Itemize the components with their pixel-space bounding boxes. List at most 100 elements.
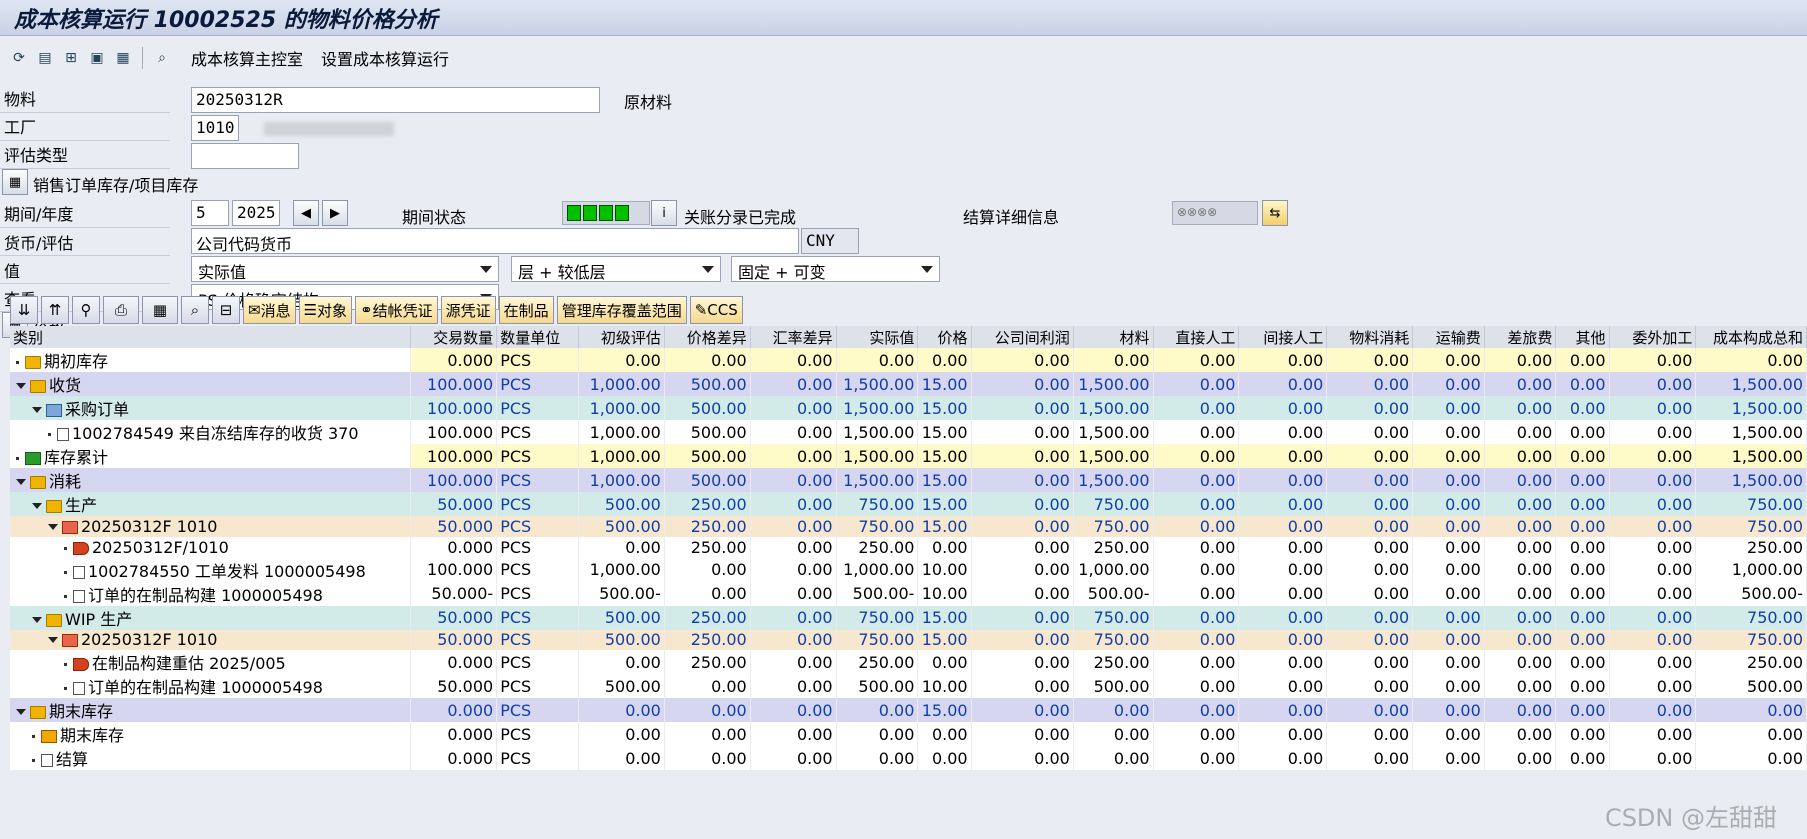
- settlement-doc-button[interactable]: ⚭ 结帐凭证: [355, 296, 438, 324]
- refresh-icon[interactable]: ⟳: [8, 47, 30, 69]
- wip-button[interactable]: 在制品: [498, 296, 554, 324]
- search-icon[interactable]: ⌕: [151, 47, 173, 69]
- table-cell: 250.00: [664, 516, 751, 537]
- zoom-icon[interactable]: ⌕: [181, 296, 209, 324]
- print-icon[interactable]: ⎙: [103, 296, 139, 324]
- column-header[interactable]: 物料消耗: [1326, 326, 1414, 348]
- column-header[interactable]: 运输费: [1412, 326, 1485, 348]
- table-cell: 1,500.00: [1695, 396, 1807, 420]
- column-header[interactable]: 间接人工: [1238, 326, 1328, 348]
- previous-period-button[interactable]: ◀: [293, 200, 319, 226]
- hierarchy-icon[interactable]: ⊞: [60, 47, 82, 69]
- settlement-detail-button[interactable]: ⇆: [1262, 200, 1288, 226]
- period-field[interactable]: 5: [191, 200, 229, 226]
- expand-node-icon[interactable]: [48, 637, 58, 644]
- column-header[interactable]: 价格差异: [664, 326, 751, 348]
- table-row[interactable]: 期末库存 0.000 PCS 0.00 0.00 0.00 0.00 15.00 0.00 0.0…: [10, 698, 1807, 723]
- column-header[interactable]: 委外加工: [1609, 326, 1697, 348]
- column-header[interactable]: 实际值: [836, 326, 919, 348]
- table-cell: 0.00: [971, 581, 1074, 606]
- object-button[interactable]: ☰ 对象: [298, 296, 353, 324]
- table-row[interactable]: 消耗 100.000 PCS 1,000.00 500.00 0.00 1,500.00 15…: [10, 468, 1807, 492]
- layer-select[interactable]: 层 + 较低层: [511, 256, 721, 282]
- expand-node-icon[interactable]: [32, 407, 42, 413]
- column-header[interactable]: 公司间利润: [971, 326, 1074, 348]
- table-cell: 0.00: [1609, 468, 1696, 492]
- column-header[interactable]: 差旅费: [1484, 326, 1557, 348]
- table-row[interactable]: 订单的在制品构建 1000005498 50.000- PCS 500.00- 0.00…: [10, 581, 1807, 606]
- table-row[interactable]: WIP 生产 50.000 PCS 500.00 250.00 0.00 750.00 15.…: [10, 605, 1807, 630]
- messages-icon: ✉: [248, 301, 261, 319]
- table-cell: 500.00: [664, 420, 751, 444]
- table-row[interactable]: 期初库存 0.000 PCS 0.00 0.00 0.00 0.00 0.00 0.00 0.00…: [10, 348, 1807, 372]
- material-field[interactable]: 20250312R: [191, 87, 600, 113]
- column-header[interactable]: 材料: [1073, 326, 1154, 348]
- table-cell: 0.00: [1326, 444, 1413, 468]
- sales-stock-toggle-icon[interactable]: ▦: [2, 169, 28, 195]
- row-label: 20250312F 1010: [81, 630, 218, 650]
- fixed-variable-select[interactable]: 固定 + 可变: [731, 256, 940, 282]
- value-select[interactable]: 实际值: [191, 256, 499, 282]
- plant-field[interactable]: 1010: [191, 115, 239, 141]
- table-row[interactable]: 库存累计 100.000 PCS 1,000.00 500.00 0.00 1,500.00…: [10, 444, 1807, 468]
- costing-cockpit-link[interactable]: 成本核算主控室: [191, 46, 303, 70]
- column-header[interactable]: 类别: [10, 326, 412, 348]
- column-header[interactable]: 交易数量: [410, 326, 498, 348]
- find-icon[interactable]: ⚲: [72, 296, 100, 324]
- folder-icon: [46, 613, 62, 627]
- stock-coverage-button[interactable]: 管理库存覆盖范围: [556, 296, 687, 324]
- collapse-all-icon[interactable]: ⇈: [41, 296, 69, 324]
- year-field[interactable]: 2025: [232, 200, 280, 226]
- table-cell: 0.00: [1238, 516, 1327, 537]
- column-header[interactable]: 其他: [1555, 326, 1610, 348]
- expand-node-icon[interactable]: [32, 503, 42, 509]
- layout-icon[interactable]: ▤: [34, 47, 56, 69]
- table-cell: 0.00: [1695, 746, 1807, 771]
- object-icon: ☰: [303, 301, 318, 319]
- info-icon[interactable]: i: [651, 200, 677, 226]
- table-row[interactable]: 1002784549 来自冻结库存的收货 370 100.000 PCS 1,000.…: [10, 420, 1807, 444]
- table-cell: 0.00: [1484, 605, 1556, 630]
- table-row[interactable]: 结算 0.000 PCS 0.00 0.00 0.00 0.00 0.00 0.00 0.00 0.…: [10, 746, 1807, 771]
- ccs-button[interactable]: ✎ CCS: [689, 296, 743, 324]
- table-cell: 0.00: [750, 372, 837, 396]
- column-header[interactable]: 汇率差异: [750, 326, 837, 348]
- table-row[interactable]: 20250312F/1010 0.000 PCS 0.00 250.00 0.00 250.…: [10, 536, 1807, 558]
- settlement-status-icons: ⊗⊗⊗⊗: [1172, 201, 1258, 225]
- config-icon[interactable]: ▣: [86, 47, 108, 69]
- column-header[interactable]: 初级评估: [578, 326, 665, 348]
- table-row[interactable]: 期末库存 0.000 PCS 0.00 0.00 0.00 0.00 0.00 0.00 0.00…: [10, 722, 1807, 747]
- expand-all-icon[interactable]: ⇊: [10, 296, 38, 324]
- table-row[interactable]: 采购订单 100.000 PCS 1,000.00 500.00 0.00 1,500.00…: [10, 396, 1807, 420]
- source-doc-button[interactable]: 源凭证: [440, 296, 496, 324]
- table-row[interactable]: 20250312F 1010 50.000 PCS 500.00 250.00 0.00 7…: [10, 629, 1807, 651]
- table-row[interactable]: 收货 100.000 PCS 1,000.00 500.00 0.00 1,500.00 15…: [10, 372, 1807, 396]
- table-cell: 0.00: [1609, 536, 1696, 558]
- expand-node-icon[interactable]: [16, 383, 26, 389]
- expand-node-icon[interactable]: [48, 523, 58, 530]
- column-header[interactable]: 直接人工: [1153, 326, 1240, 348]
- expand-node-icon[interactable]: [16, 479, 26, 485]
- table-row[interactable]: 1002784550 工单发料 1000005498 100.000 PCS 1,00…: [10, 557, 1807, 582]
- table-row[interactable]: 订单的在制品构建 1000005498 50.000 PCS 500.00 0.00 0.…: [10, 674, 1807, 699]
- setup-costing-run-link[interactable]: 设置成本核算运行: [321, 46, 449, 70]
- next-period-button[interactable]: ▶: [322, 200, 348, 226]
- table-icon[interactable]: ▦: [112, 47, 134, 69]
- column-header[interactable]: 价格: [917, 326, 972, 348]
- messages-button[interactable]: ✉ 消息: [243, 296, 296, 324]
- table-cell: 0.000: [410, 722, 497, 747]
- expand-node-icon[interactable]: [32, 616, 42, 623]
- expand-node-icon[interactable]: [16, 709, 26, 716]
- table-cell: PCS: [496, 650, 579, 675]
- window-title: 成本核算运行 10002525 的物料价格分析: [0, 0, 1807, 36]
- column-header[interactable]: 成本构成总和: [1695, 326, 1807, 348]
- table-row[interactable]: 在制品构建重估 2025/005 0.000 PCS 0.00 250.00 0.00 25…: [10, 650, 1807, 675]
- table-row[interactable]: 生产 50.000 PCS 500.00 250.00 0.00 750.00 15.00 0.…: [10, 492, 1807, 516]
- table-row[interactable]: 20250312F 1010 50.000 PCS 500.00 250.00 0.00 7…: [10, 516, 1807, 537]
- layout-menu-icon[interactable]: ▦: [142, 296, 178, 324]
- table-cell: 0.00: [664, 557, 751, 582]
- valuation-type-field[interactable]: [191, 143, 299, 169]
- currency-field[interactable]: 公司代码货币: [191, 228, 799, 254]
- column-header[interactable]: 数量单位: [496, 326, 579, 348]
- hierarchy-icon[interactable]: ⊟: [212, 296, 240, 324]
